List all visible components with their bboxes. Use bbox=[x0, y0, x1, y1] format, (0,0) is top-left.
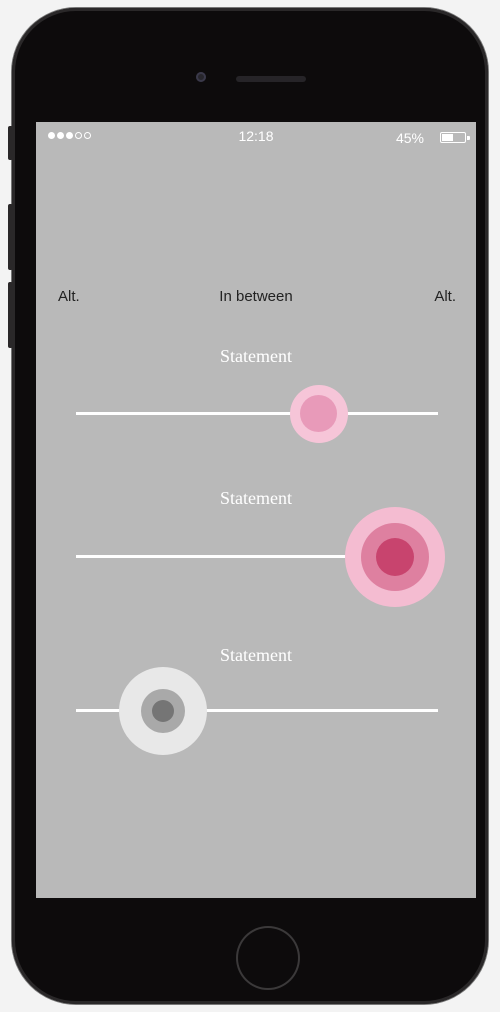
slider-thumb-core bbox=[375, 537, 414, 576]
phone-screen: 12:18 45% Alt. In between Alt. Statement… bbox=[36, 122, 476, 898]
slider-2-label: Statement bbox=[220, 488, 292, 508]
slider-thumb-core bbox=[151, 699, 174, 722]
slider-thumb-core bbox=[299, 394, 338, 433]
battery-nub bbox=[467, 136, 470, 140]
battery-percentage: 45% bbox=[395, 130, 424, 146]
battery-fill bbox=[442, 134, 453, 141]
slider-2-thumb[interactable] bbox=[344, 506, 445, 607]
status-bar: 12:18 45% bbox=[36, 122, 476, 152]
scale-label-center: In between bbox=[219, 288, 293, 305]
mute-switch bbox=[8, 126, 13, 160]
slider-3-label: Statement bbox=[220, 645, 292, 665]
volume-down-button bbox=[8, 282, 13, 348]
volume-up-button bbox=[8, 204, 13, 270]
earpiece-speaker bbox=[236, 76, 306, 82]
slider-1-track[interactable] bbox=[76, 412, 438, 415]
battery-icon bbox=[440, 132, 470, 143]
home-button[interactable] bbox=[236, 926, 300, 990]
scale-label-right: Alt. bbox=[434, 288, 456, 305]
slider-1-thumb[interactable] bbox=[289, 384, 348, 443]
slider-1-label: Statement bbox=[220, 346, 292, 366]
slider-3-thumb[interactable] bbox=[118, 666, 207, 755]
front-camera bbox=[196, 72, 206, 82]
